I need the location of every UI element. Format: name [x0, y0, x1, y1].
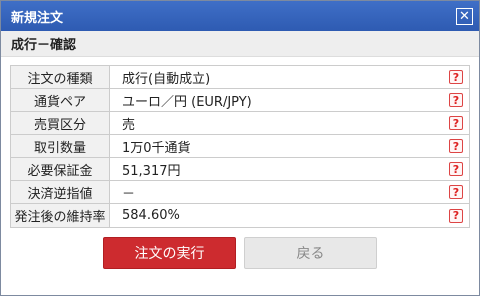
row-required-margin: 必要保証金 51,317円 ?: [11, 158, 469, 181]
row-label: 通貨ペア: [11, 89, 110, 111]
row-quantity: 取引数量 1万0千通貨 ?: [11, 135, 469, 158]
title-bar: 新規注文 ✕: [1, 1, 479, 31]
row-label: 売買区分: [11, 112, 110, 134]
row-label: 注文の種類: [11, 66, 110, 88]
order-dialog: 新規注文 ✕ 成行－確認 注文の種類 成行(自動成立) ? 通貨ペア ユーロ／円…: [0, 0, 480, 296]
row-currency-pair: 通貨ペア ユーロ／円 (EUR/JPY) ?: [11, 89, 469, 112]
section-title: 成行－確認: [11, 38, 77, 53]
row-maintenance-rate: 発注後の維持率 584.60% ?: [11, 204, 469, 227]
row-label: 発注後の維持率: [11, 204, 110, 227]
help-icon[interactable]: ?: [449, 93, 463, 107]
button-bar: 注文の実行 戻る: [1, 237, 479, 269]
help-icon[interactable]: ?: [449, 116, 463, 130]
row-value: －: [122, 186, 136, 202]
row-label: 決済逆指値: [11, 181, 110, 203]
row-value: ユーロ／円 (EUR/JPY): [122, 94, 252, 110]
help-icon[interactable]: ?: [449, 139, 463, 153]
row-order-type: 注文の種類 成行(自動成立) ?: [11, 66, 469, 89]
row-value: 1万0千通貨: [122, 140, 191, 156]
order-details-table: 注文の種類 成行(自動成立) ? 通貨ペア ユーロ／円 (EUR/JPY) ? …: [10, 65, 470, 228]
row-value: 売: [122, 117, 136, 133]
help-icon[interactable]: ?: [449, 208, 463, 223]
execute-order-button[interactable]: 注文の実行: [103, 237, 236, 269]
back-button[interactable]: 戻る: [244, 237, 377, 269]
help-icon[interactable]: ?: [449, 162, 463, 176]
help-icon[interactable]: ?: [449, 70, 463, 84]
row-value: 51,317円: [122, 163, 181, 179]
close-icon[interactable]: ✕: [456, 7, 473, 25]
row-value: 成行(自動成立): [122, 71, 211, 87]
section-header: 成行－確認: [1, 31, 479, 57]
row-label: 必要保証金: [11, 158, 110, 180]
dialog-title: 新規注文: [11, 10, 64, 26]
row-label: 取引数量: [11, 135, 110, 157]
help-icon[interactable]: ?: [449, 185, 463, 199]
row-stop-loss: 決済逆指値 － ?: [11, 181, 469, 204]
row-value: 584.60%: [122, 208, 180, 223]
row-side: 売買区分 売 ?: [11, 112, 469, 135]
